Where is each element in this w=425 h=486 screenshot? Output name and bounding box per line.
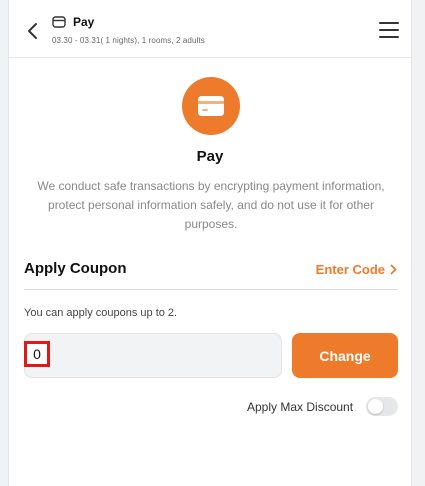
coupon-count: 0 (24, 341, 50, 367)
change-button[interactable]: Change (292, 333, 398, 378)
max-discount-label: Apply Max Discount (247, 400, 354, 414)
chevron-right-icon (390, 264, 397, 275)
toggle-knob (368, 399, 383, 414)
header-title: Pay (73, 15, 95, 29)
apply-coupon-heading: Apply Coupon (24, 260, 127, 277)
pay-title: Pay (196, 148, 224, 165)
hamburger-menu-icon (379, 22, 399, 24)
pay-description: We conduct safe transactions by encrypti… (37, 179, 385, 231)
section-divider (24, 289, 398, 290)
pay-icon-badge (182, 77, 240, 135)
header-bar: Pay 03.30 - 03.31( 1 nights), 1 rooms, 2… (9, 0, 411, 58)
enter-code-label: Enter Code (315, 262, 385, 277)
back-button[interactable] (21, 18, 43, 44)
coupon-field[interactable]: 0 (24, 333, 282, 378)
hamburger-line (379, 29, 399, 31)
chevron-left-icon (28, 23, 37, 39)
booking-summary: 03.30 - 03.31( 1 nights), 1 rooms, 2 adu… (52, 36, 205, 45)
max-discount-toggle[interactable] (366, 397, 398, 416)
credit-card-icon (198, 96, 224, 116)
enter-code-link[interactable]: Enter Code (316, 262, 397, 277)
coupon-limit-note: You can apply coupons up to 2. (24, 307, 178, 319)
payment-panel: Pay 03.30 - 03.31( 1 nights), 1 rooms, 2… (8, 0, 412, 486)
menu-button[interactable] (379, 21, 399, 39)
credit-card-icon (52, 16, 66, 28)
hamburger-line (379, 36, 399, 38)
